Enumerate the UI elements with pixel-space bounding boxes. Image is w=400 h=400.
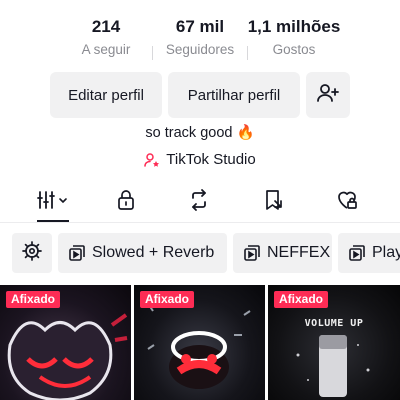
playlist-chip-slowed-reverb[interactable]: Slowed + Reverb — [58, 233, 227, 273]
likes-stat[interactable]: 1,1 milhões Gostos — [239, 16, 349, 59]
studio-person-icon — [144, 152, 160, 168]
video-thumbnail[interactable]: Afixado — [134, 285, 265, 400]
profile-stats: 214 A seguir 67 mil Seguidores 1,1 milhõ… — [0, 16, 400, 62]
pinned-badge: Afixado — [6, 291, 61, 308]
profile-tabs — [0, 183, 400, 223]
pinned-badge: Afixado — [274, 291, 329, 308]
playlist-chips: Slowed + Reverb NEFFEX Play — [0, 233, 400, 273]
playlist-icon — [348, 244, 366, 262]
tiktok-studio-link[interactable]: TikTok Studio — [0, 151, 400, 168]
liked-heart-icon — [335, 188, 359, 217]
video-thumbnail[interactable]: Afixado — [0, 285, 131, 400]
likes-count: 1,1 milhões — [247, 17, 341, 36]
tab-videos[interactable] — [28, 183, 78, 222]
pinned-badge: Afixado — [140, 291, 195, 308]
tab-private[interactable] — [101, 183, 151, 222]
repost-icon — [187, 188, 211, 217]
edit-profile-button[interactable]: Editar perfil — [50, 72, 162, 118]
playlist-settings-chip[interactable] — [12, 233, 52, 273]
tab-reposts[interactable] — [174, 183, 224, 222]
likes-label: Gostos — [272, 42, 316, 57]
studio-label: TikTok Studio — [166, 151, 256, 168]
playlist-chip-play[interactable]: Play — [338, 233, 400, 273]
playlist-label: NEFFEX — [267, 244, 331, 261]
video-grid: Afixado Afixado VOLUME UP Afixado — [0, 285, 400, 400]
share-profile-button[interactable]: Partilhar perfil — [168, 72, 300, 118]
playlist-icon — [68, 244, 86, 262]
tab-saved[interactable] — [249, 183, 299, 222]
lock-icon — [115, 189, 137, 216]
bookmark-icon — [262, 188, 286, 217]
settings-icon — [21, 240, 43, 267]
playlist-icon — [243, 244, 261, 262]
profile-bio: so track good 🔥 — [145, 125, 255, 141]
video-overlay-text: VOLUME UP — [304, 318, 364, 329]
tab-liked[interactable] — [322, 183, 372, 222]
playlist-label: Slowed + Reverb — [92, 244, 215, 261]
playlist-label: Play — [372, 244, 400, 261]
grid-filter-icon — [36, 189, 70, 216]
video-thumbnail[interactable]: VOLUME UP Afixado — [268, 285, 400, 400]
add-friend-button[interactable] — [306, 72, 350, 118]
playlist-chip-neffex[interactable]: NEFFEX — [233, 233, 332, 273]
person-add-icon — [316, 81, 340, 109]
